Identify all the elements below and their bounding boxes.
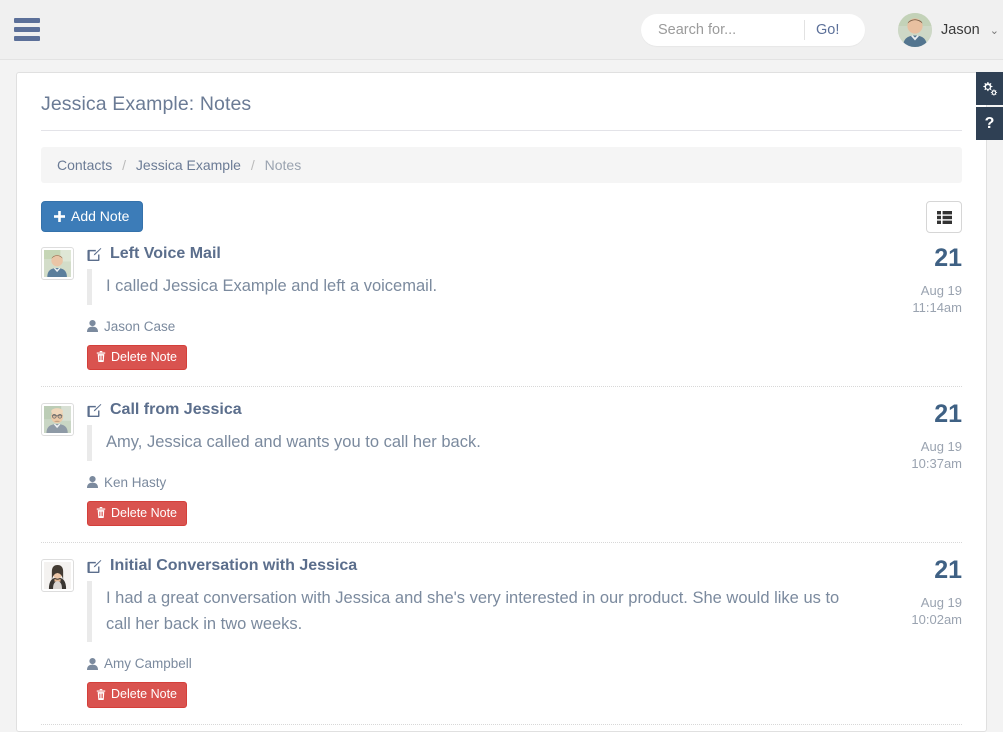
content-panel: Jessica Example: Notes Contacts / Jessic… [16,72,987,732]
note-date: 21 Aug 19 10:02am [866,557,962,629]
note-body-text: Amy, Jessica called and wants you to cal… [87,425,852,461]
note-item: Call from Jessica Amy, Jessica called an… [41,386,962,542]
note-date-time: 10:02am [911,612,962,628]
avatar-image [44,406,71,434]
breadcrumb-item-contacts[interactable]: Contacts [57,157,112,173]
note-date-month: Aug 19 [920,282,962,298]
note-item: Initial Conversation with Jessica I had … [41,542,962,724]
note-title-text: Call from Jessica [110,401,242,419]
breadcrumb-separator: / [250,157,255,173]
note-author-avatar [41,247,74,280]
note-date-month: Aug 19 [920,594,962,610]
breadcrumb-item-notes: Notes [264,157,302,173]
note-date-time: 10:37am [911,456,962,472]
avatar [898,13,932,47]
delete-note-label: Delete Note [111,505,178,520]
add-note-label: Add Note [71,208,130,224]
hamburger-bar [14,36,40,41]
note-content: Left Voice Mail I called Jessica Example… [87,245,962,371]
note-author: Amy Campbell [87,656,852,671]
delete-note-button[interactable]: Delete Note [87,682,188,708]
hamburger-bar [14,18,40,23]
note-body-text: I had a great conversation with Jessica … [87,581,852,643]
trash-icon [96,507,106,519]
user-name: Jason [941,22,980,38]
side-tab-strip: ? [976,72,1003,142]
search-input[interactable] [641,15,804,45]
edit-square-icon [87,403,102,418]
note-title-text: Left Voice Mail [110,245,221,262]
delete-note-button[interactable]: Delete Note [87,500,188,527]
th-list-icon [936,210,952,224]
hamburger-bar [14,27,40,32]
chevron-down-icon: ⌄ [989,24,999,37]
note-author-name: Jason Case [104,318,176,334]
top-navbar: Go! Jason ⌄ [0,0,1003,60]
note-content: Initial Conversation with Jessica I had … [87,557,962,708]
note-date-day: 21 [934,244,962,272]
note-date-month: Aug 19 [920,438,962,454]
page-title: Jessica Example: Notes [41,93,252,115]
note-date-time: 11:14am [912,300,962,316]
note-title[interactable]: Initial Conversation with Jessica [87,557,852,575]
note-date-day: 21 [934,556,962,585]
list-view-toggle-button[interactable] [926,201,962,233]
search-submit-button[interactable]: Go! [805,22,839,38]
hamburger-menu-icon[interactable] [14,18,40,42]
edit-square-icon [87,247,102,262]
user-icon [87,476,98,489]
plus-icon [54,210,65,222]
note-date: 21 Aug 19 10:37am [866,401,962,473]
note-author-name: Ken Hasty [104,474,167,490]
settings-side-tab[interactable] [976,72,1003,105]
edit-square-icon [87,559,102,574]
note-author-name: Amy Campbell [104,656,192,672]
title-divider [41,130,962,131]
note-item-next-separator [41,723,962,726]
user-icon [87,320,98,333]
help-side-tab[interactable]: ? [976,107,1003,140]
avatar-image [44,562,71,590]
trash-icon [96,689,106,700]
notes-list: Left Voice Mail I called Jessica Example… [41,233,962,726]
user-icon [87,657,98,670]
delete-note-label: Delete Note [111,687,178,702]
breadcrumb-item-jessica-example[interactable]: Jessica Example [136,157,241,173]
delete-note-label: Delete Note [111,349,178,364]
note-author: Ken Hasty [87,475,852,490]
note-author: Jason Case [87,319,852,334]
note-title[interactable]: Left Voice Mail [87,245,852,263]
user-menu[interactable]: Jason ⌄ [898,13,999,47]
breadcrumb: Contacts / Jessica Example / Notes [41,147,962,183]
avatar-image [44,250,71,277]
delete-note-button[interactable]: Delete Note [87,344,188,371]
trash-icon [96,351,106,363]
note-date: 21 Aug 19 11:14am [866,244,962,317]
add-note-button[interactable]: Add Note [41,201,144,232]
action-toolbar: Add Note [41,201,962,233]
note-author-avatar [41,403,74,437]
note-author-avatar [41,559,74,593]
note-body-text: I called Jessica Example and left a voic… [87,269,852,305]
note-date-day: 21 [934,400,962,429]
note-title-text: Initial Conversation with Jessica [110,557,358,575]
note-title[interactable]: Call from Jessica [87,401,852,419]
note-item: Left Voice Mail I called Jessica Example… [41,237,962,386]
note-content: Call from Jessica Amy, Jessica called an… [87,401,962,527]
cogs-icon [981,81,998,97]
breadcrumb-separator: / [122,157,127,173]
question-mark-icon: ? [984,114,995,132]
search-box[interactable]: Go! [641,14,865,46]
